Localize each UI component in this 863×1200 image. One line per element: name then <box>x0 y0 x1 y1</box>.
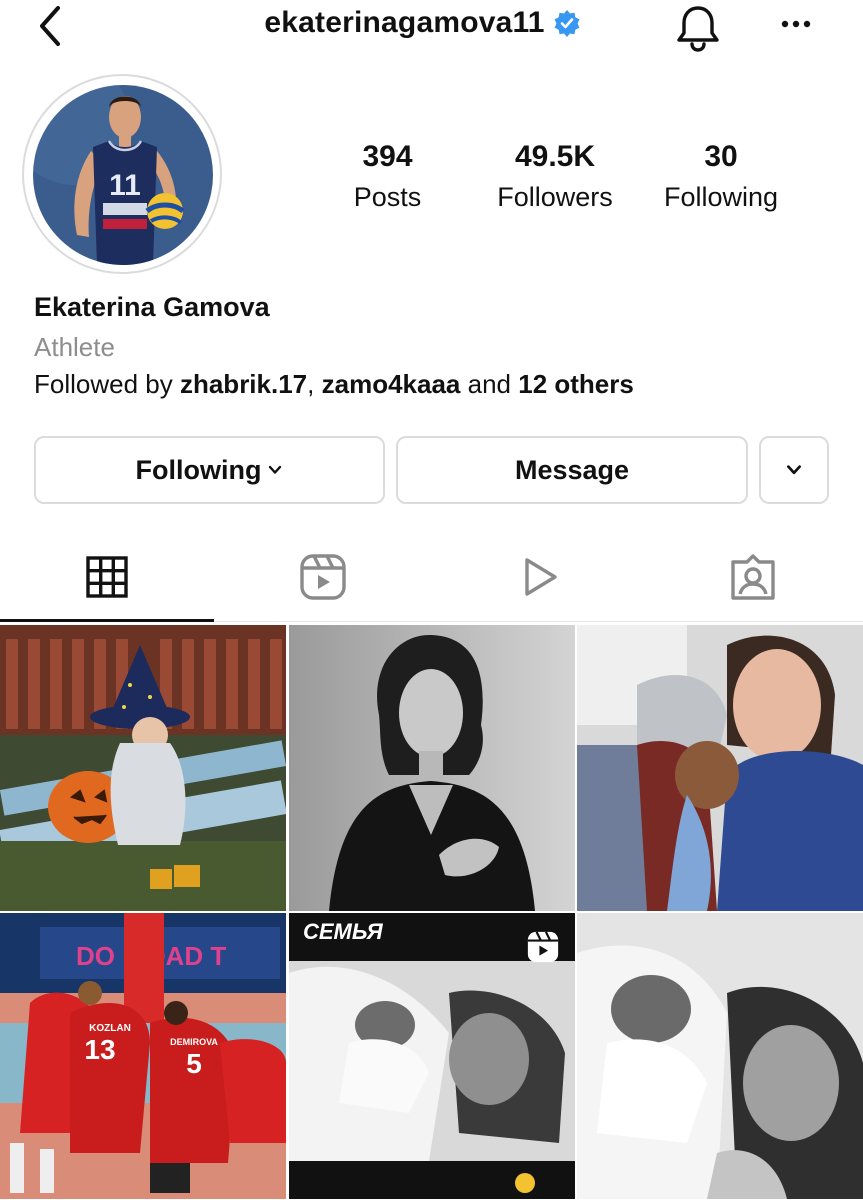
avatar[interactable]: 11 <box>33 85 213 265</box>
jersey-number: 11 <box>109 169 141 202</box>
chevron-down-icon <box>787 465 801 475</box>
profile-header: ekaterinagamova11 <box>0 6 863 40</box>
more-options-icon <box>781 20 811 28</box>
follower-link-1[interactable]: zhabrik.17 <box>180 369 307 399</box>
followed-by-text[interactable]: Followed by zhabrik.17, zamo4kaaa and 12… <box>34 369 634 400</box>
followed-and: and <box>467 369 511 399</box>
active-tab-indicator <box>0 619 214 622</box>
profile-category: Athlete <box>34 332 115 362</box>
following-count[interactable]: 30 Following <box>650 140 792 214</box>
post-image <box>577 913 863 1199</box>
profile-username: ekaterinagamova11 <box>264 6 545 39</box>
post-image <box>0 625 286 911</box>
posts-count[interactable]: 394 Posts <box>330 140 445 214</box>
stat-label: Following <box>663 182 779 212</box>
reel-thumbnail[interactable]: СЕМЬЯ <box>289 913 575 1199</box>
profile-name: Ekaterina Gamova <box>34 292 270 322</box>
jersey-number: 13 <box>84 1034 115 1065</box>
following-button-label: Following <box>135 454 262 485</box>
stat-value: 49.5K <box>514 140 596 173</box>
jersey-number: 5 <box>186 1048 202 1079</box>
reels-icon <box>300 554 346 600</box>
tagged-icon <box>731 554 775 600</box>
tab-posts-grid[interactable] <box>78 548 136 606</box>
followed-prefix: Followed by <box>34 369 173 399</box>
tab-reels[interactable] <box>294 548 352 606</box>
more-options-button[interactable] <box>778 12 814 36</box>
chevron-down-icon <box>269 465 282 474</box>
tab-videos[interactable] <box>510 548 568 606</box>
post-thumbnail[interactable] <box>289 625 575 911</box>
post-image <box>577 625 863 911</box>
stat-value: 394 <box>362 140 413 173</box>
post-thumbnail[interactable] <box>577 913 863 1199</box>
post-image: DO ILOAD T 13 KOZLAN 5 DEMIROVA <box>0 913 286 1199</box>
followers-count[interactable]: 49.5K Followers <box>480 140 630 214</box>
jersey-name: KOZLAN <box>89 1023 131 1034</box>
stat-label: Followers <box>497 182 613 212</box>
followed-others-link[interactable]: 12 others <box>518 369 634 399</box>
message-button-label: Message <box>514 454 630 485</box>
followed-separator: , <box>307 369 315 399</box>
reel-caption: СЕМЬЯ <box>303 919 384 944</box>
jersey-name: DEMIROVA <box>170 1037 218 1047</box>
post-thumbnail[interactable] <box>0 625 286 911</box>
post-thumbnail[interactable]: DO ILOAD T 13 KOZLAN 5 DEMIROVA <box>0 913 286 1199</box>
avatar-image: 11 <box>33 85 213 265</box>
message-button[interactable]: Message <box>396 436 748 504</box>
stat-label: Posts <box>353 182 422 212</box>
reels-icon <box>527 931 559 963</box>
following-button[interactable]: Following <box>34 436 385 504</box>
video-play-icon <box>525 558 557 596</box>
post-image <box>289 625 575 911</box>
post-thumbnail[interactable] <box>577 625 863 911</box>
suggested-accounts-button[interactable] <box>759 436 829 504</box>
tab-tagged[interactable] <box>724 548 782 606</box>
verified-badge-icon <box>554 10 580 37</box>
follower-link-2[interactable]: zamo4kaaa <box>322 369 461 399</box>
grid-icon <box>86 556 128 598</box>
stat-value: 30 <box>704 140 738 173</box>
notifications-button[interactable] <box>672 2 724 54</box>
bell-icon <box>677 6 719 52</box>
